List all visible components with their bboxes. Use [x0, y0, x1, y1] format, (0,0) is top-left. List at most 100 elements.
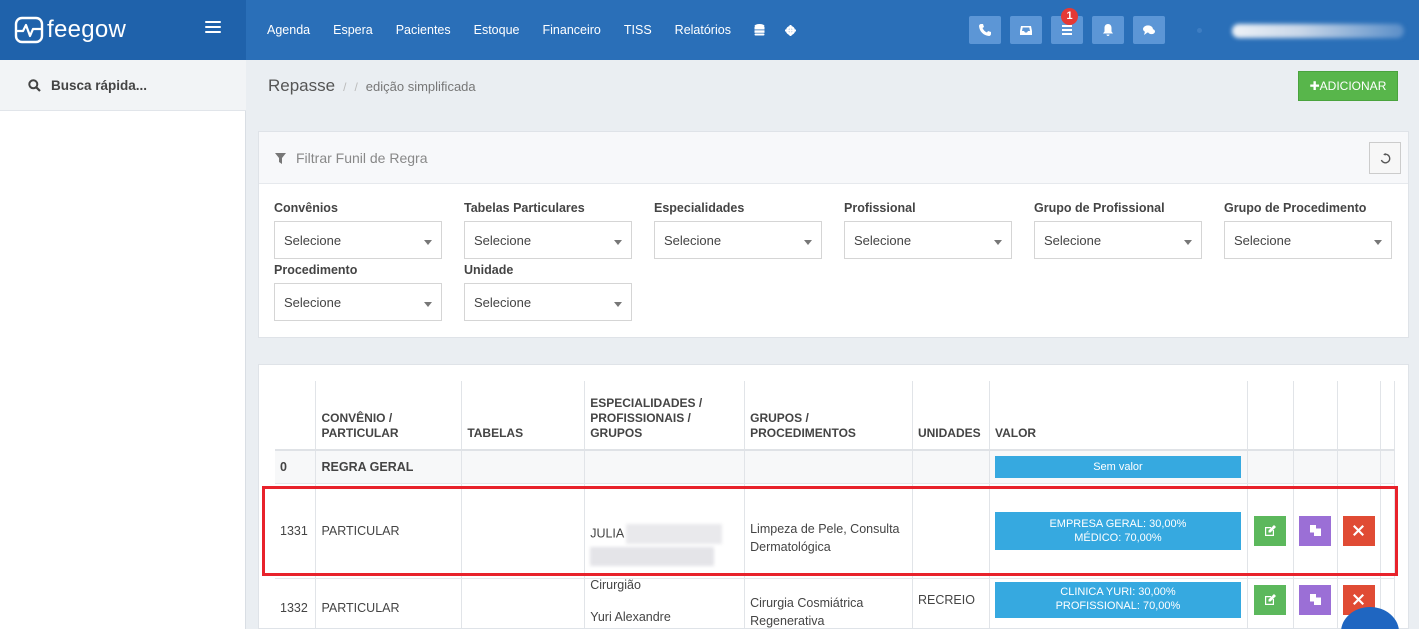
select-value: Selecione	[284, 294, 342, 310]
chevron-down-icon	[994, 240, 1002, 245]
gear-icon[interactable]	[784, 24, 796, 36]
reset-filter-button[interactable]	[1369, 142, 1401, 174]
notifications-button[interactable]	[1092, 16, 1124, 44]
row-valor: CLINICA YURI: 30,00% PROFISSIONAL: 70,00…	[989, 578, 1248, 628]
top-navbar: feegow Agenda Espera Pacientes Estoque F…	[0, 0, 1419, 60]
col-unidades[interactable]: UNIDADES	[912, 381, 990, 451]
col-tabelas[interactable]: TABELAS	[461, 381, 586, 451]
nav-financeiro[interactable]: Financeiro	[543, 23, 601, 37]
filter-grupo-procedimento: Grupo de Procedimento Selecione	[1224, 201, 1392, 259]
phone-icon	[979, 24, 991, 36]
col-convenio[interactable]: CONVÊNIO / PARTICULAR	[315, 381, 463, 451]
status-dot	[1197, 28, 1202, 33]
row-id: 1331	[275, 483, 317, 579]
col-grupos[interactable]: GRUPOS / PROCEDIMENTOS	[744, 381, 913, 451]
col-especialidades[interactable]: ESPECIALIDADES / PROFISSIONAIS / GRUPOS	[584, 381, 746, 451]
row-unidades	[912, 450, 990, 484]
value-line: MÉDICO: 70,00%	[1074, 531, 1162, 544]
chevron-down-icon	[424, 240, 432, 245]
select-value: Selecione	[1044, 232, 1102, 248]
value-button[interactable]: Sem valor	[994, 455, 1241, 478]
reset-icon	[1380, 152, 1390, 163]
filter-especialidades: Especialidades Selecione	[654, 201, 822, 259]
chevron-down-icon	[614, 302, 622, 307]
breadcrumb: Repasse / / edição simplificada	[268, 76, 476, 96]
nav-espera[interactable]: Espera	[333, 23, 373, 37]
filter-label: Convênios	[274, 201, 338, 215]
grupo-profissional-select[interactable]: Selecione	[1034, 221, 1202, 259]
filter-profissional: Profissional Selecione	[844, 201, 1012, 259]
filter-panel: Filtrar Funil de Regra Convênios Selecio…	[258, 131, 1409, 338]
especialidades-select[interactable]: Selecione	[654, 221, 822, 259]
filter-label: Procedimento	[274, 263, 358, 277]
select-value: Selecione	[474, 294, 532, 310]
rules-table-panel: CONVÊNIO / PARTICULAR TABELAS ESPECIALID…	[258, 364, 1409, 629]
delete-button[interactable]	[1342, 515, 1375, 546]
phone-button[interactable]	[969, 16, 1001, 44]
list-icon	[1062, 25, 1072, 35]
funnel-icon	[275, 152, 286, 164]
filter-tabelas: Tabelas Particulares Selecione	[464, 201, 632, 259]
filter-title[interactable]: Filtrar Funil de Regra	[275, 150, 428, 166]
nav-relatorios[interactable]: Relatórios	[675, 23, 731, 37]
edit-button[interactable]	[1254, 515, 1287, 546]
copy-button[interactable]	[1299, 515, 1332, 546]
value-line: CLINICA YURI: 30,00%	[1060, 585, 1176, 598]
select-value: Selecione	[1234, 232, 1292, 248]
copy-button[interactable]	[1299, 584, 1332, 615]
copy-icon	[1309, 525, 1321, 536]
select-value: Selecione	[284, 232, 342, 248]
col-delete	[1337, 381, 1381, 451]
database-icon[interactable]	[754, 24, 765, 36]
table-header-row: CONVÊNIO / PARTICULAR TABELAS ESPECIALID…	[275, 381, 1396, 451]
nav-pacientes[interactable]: Pacientes	[396, 23, 451, 37]
row-id: 0	[275, 450, 317, 484]
value-button[interactable]: CLINICA YURI: 30,00% PROFISSIONAL: 70,00…	[994, 581, 1241, 618]
select-value: Selecione	[854, 232, 912, 248]
delete-icon	[1353, 594, 1365, 605]
row-convenio: PARTICULAR	[315, 483, 463, 579]
inbox-button[interactable]	[1010, 16, 1042, 44]
unidade-select[interactable]: Selecione	[464, 283, 632, 321]
row-grupos: Limpeza de Pele, Consulta Dermatológica	[744, 483, 913, 579]
chevron-down-icon	[1184, 240, 1192, 245]
edit-button[interactable]	[1254, 584, 1287, 615]
user-menu[interactable]	[1232, 24, 1404, 38]
col-copy	[1293, 381, 1338, 451]
tabelas-select[interactable]: Selecione	[464, 221, 632, 259]
row-convenio: REGRA GERAL	[315, 450, 463, 484]
chat-button[interactable]	[1133, 16, 1165, 44]
value-line: PROFISSIONAL: 70,00%	[1055, 599, 1181, 612]
nav-tiss[interactable]: TISS	[624, 23, 652, 37]
inbox-icon	[1020, 26, 1032, 35]
grupo-procedimento-select[interactable]: Selecione	[1224, 221, 1392, 259]
chevron-down-icon	[614, 240, 622, 245]
convenios-select[interactable]: Selecione	[274, 221, 442, 259]
chevron-down-icon	[1374, 240, 1382, 245]
search-icon	[28, 78, 41, 92]
copy-icon	[1309, 594, 1321, 605]
chevron-down-icon	[804, 240, 812, 245]
nav-estoque[interactable]: Estoque	[474, 23, 520, 37]
quick-search[interactable]: Busca rápida...	[0, 60, 246, 111]
filter-title-label: Filtrar Funil de Regra	[296, 150, 428, 166]
table-row: 1332 PARTICULAR Cirurgião Yuri Alexandre…	[275, 578, 1396, 628]
procedimento-select[interactable]: Selecione	[274, 283, 442, 321]
page-subtitle: edição simplificada	[365, 79, 476, 94]
row-convenio: PARTICULAR	[315, 578, 463, 628]
tasks-button[interactable]: 1	[1051, 8, 1083, 44]
add-button[interactable]: ✚ADICIONAR	[1298, 71, 1398, 101]
hamburger-icon[interactable]	[205, 21, 221, 35]
profissional-select[interactable]: Selecione	[844, 221, 1012, 259]
nav-agenda[interactable]: Agenda	[267, 23, 310, 37]
filter-procedimento: Procedimento Selecione	[274, 263, 442, 321]
select-value: Selecione	[474, 232, 532, 248]
col-valor[interactable]: VALOR	[989, 381, 1248, 451]
value-button[interactable]: EMPRESA GERAL: 30,00% MÉDICO: 70,00%	[994, 511, 1241, 550]
brand-logo[interactable]: feegow	[14, 16, 126, 44]
quick-search-label: Busca rápida...	[51, 77, 148, 93]
redacted-name	[590, 546, 715, 566]
filter-label: Unidade	[464, 263, 514, 277]
professional-name: Yuri Alexandre	[590, 610, 671, 625]
professional-group: Cirurgião	[590, 578, 641, 593]
